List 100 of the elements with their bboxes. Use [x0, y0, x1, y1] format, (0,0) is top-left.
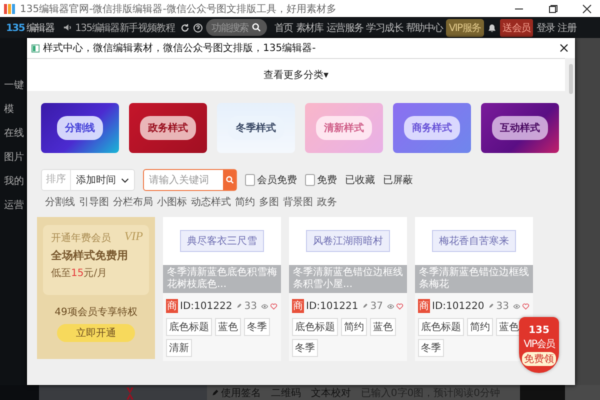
eye-icon[interactable] — [386, 302, 394, 310]
category-card[interactable]: 互动样式 — [481, 103, 559, 153]
nav-link[interactable]: 学习成长 — [366, 20, 404, 34]
eye-icon[interactable] — [260, 302, 268, 310]
style-caption: 冬季清新蓝色错位边框线条积雪小屋... — [289, 265, 407, 293]
restore-icon[interactable] — [548, 4, 558, 14]
heart-icon[interactable] — [270, 302, 278, 310]
style-tag[interactable]: 蓝色 — [215, 318, 241, 336]
style-tag[interactable]: 底色标题 — [166, 318, 212, 336]
tag-link[interactable]: 简约 — [235, 195, 255, 209]
nav-link[interactable]: 首页 — [274, 20, 293, 34]
style-caption: 冬季清新蓝色底色积雪梅花树枝底色... — [163, 265, 281, 293]
search-button[interactable] — [223, 170, 236, 190]
style-preview: 典尽客衣三尺雪 — [163, 217, 281, 265]
scrollbar[interactable] — [569, 64, 573, 94]
style-tag[interactable]: 蓝色 — [496, 318, 522, 336]
login-link[interactable]: 登录 — [536, 20, 555, 34]
pencil-icon — [362, 302, 368, 310]
style-id: ID:101222 — [180, 300, 232, 312]
nav-link[interactable]: 运营服务 — [326, 20, 364, 34]
style-tag[interactable]: 底色标题 — [418, 318, 464, 336]
logo[interactable]: 135 编辑器 — [6, 20, 54, 34]
pencil-icon — [210, 388, 219, 396]
sidebar-item[interactable]: 运营 — [4, 198, 27, 212]
vip-perks: 49项会员专享特权 — [54, 306, 138, 319]
open-vip-button[interactable]: 立即开通 — [57, 324, 135, 342]
pencil-icon — [488, 302, 494, 310]
filter-link[interactable]: 已屏蔽 — [383, 173, 413, 187]
category-card[interactable]: 政务样式 — [129, 103, 207, 153]
search-icon — [252, 23, 262, 32]
use-count: 37 — [370, 300, 383, 312]
category-card[interactable]: 商务样式 — [393, 103, 471, 153]
pencil-icon — [236, 302, 242, 310]
search-icon — [226, 176, 234, 184]
tag-link[interactable]: 小图标 — [157, 195, 187, 209]
app-icon — [4, 4, 16, 14]
checkbox-label[interactable]: 会员免费 — [257, 173, 297, 187]
tag-link[interactable]: 政务 — [317, 195, 337, 209]
tag-link[interactable]: 引导图 — [79, 195, 109, 209]
tag-link[interactable]: 动态样式 — [191, 195, 231, 209]
gift-button[interactable]: 送会员 — [500, 18, 534, 36]
bell-icon[interactable] — [486, 22, 497, 32]
ribbon-icon — [124, 387, 136, 400]
style-id: ID:101221 — [306, 300, 358, 312]
business-badge: 商 — [166, 299, 178, 313]
tag-link[interactable]: 分割线 — [45, 195, 75, 209]
checkbox[interactable] — [305, 174, 315, 186]
help-icon[interactable] — [192, 22, 203, 32]
style-card[interactable]: 典尽客衣三尺雪 冬季清新蓝色底色积雪梅花树枝底色... 商 ID:101222 33 底色标题 蓝色 冬季 清新 — [163, 217, 281, 361]
tag-link[interactable]: 多图 — [259, 195, 279, 209]
tag-link[interactable]: 分栏布局 — [113, 195, 153, 209]
business-badge: 商 — [418, 299, 430, 313]
use-count: 33 — [244, 300, 257, 312]
style-tag[interactable]: 冬季 — [244, 318, 270, 336]
style-tag[interactable]: 冬季 — [418, 339, 444, 357]
speaker-icon — [63, 23, 72, 32]
vip-slogan: 全场样式免费用 — [51, 248, 129, 263]
nav-link[interactable]: 素材库 — [296, 20, 324, 34]
sort-select[interactable]: 排序 添加时间 — [41, 169, 135, 191]
promo-button[interactable]: 免费领 — [522, 352, 556, 366]
tag-link[interactable]: 背景图 — [283, 195, 313, 209]
eye-icon[interactable] — [512, 302, 520, 310]
sidebar-item[interactable]: 一键 — [4, 78, 27, 92]
use-count: 33 — [496, 300, 509, 312]
refresh-icon[interactable] — [180, 22, 190, 32]
sidebar-item[interactable]: 图片 — [4, 150, 27, 164]
sidebar-item[interactable]: 在线 — [4, 126, 27, 140]
nav-link[interactable]: 帮助中心 — [406, 20, 443, 34]
style-tag[interactable]: 底色标题 — [292, 318, 338, 336]
style-tag[interactable]: 蓝色 — [370, 318, 396, 336]
sidebar-item[interactable]: 模 — [4, 102, 27, 116]
vip-promo-badge[interactable]: 135 VIP会员 免费领 — [519, 317, 559, 373]
sidebar-item[interactable]: 我的 — [4, 174, 27, 188]
heart-icon[interactable] — [522, 302, 530, 310]
checkbox-label[interactable]: 免费 — [317, 173, 337, 187]
style-tag[interactable]: 清新 — [166, 339, 192, 357]
page-icon — [31, 44, 40, 52]
style-tag[interactable]: 简约 — [467, 318, 493, 336]
vip-heading: 开通年费会员 — [51, 232, 111, 245]
filter-link[interactable]: 已收藏 — [345, 173, 375, 187]
tutorial-link[interactable]: 135编辑器新手视频教程 — [75, 20, 175, 34]
close-icon[interactable] — [582, 4, 592, 14]
dialog-title: 样式中心，微信编辑素材，微信公众号图文排版，135编辑器- — [43, 42, 316, 55]
style-preview: 风卷江湖雨暗村 — [289, 217, 407, 265]
register-link[interactable]: 注册 — [558, 20, 576, 34]
style-preview: 梅花香自苦寒来 — [415, 217, 533, 265]
style-caption: 冬季清新蓝色错位边框线条梅花 — [415, 265, 533, 293]
category-card[interactable]: 分割线 — [41, 103, 119, 153]
more-categories-link[interactable]: 查看更多分类▾ — [263, 68, 329, 82]
close-icon[interactable] — [559, 43, 569, 53]
style-tag[interactable]: 冬季 — [292, 339, 318, 357]
category-card[interactable]: 冬季样式 — [217, 103, 295, 153]
style-card[interactable]: 风卷江湖雨暗村 冬季清新蓝色错位边框线条积雪小屋... 商 ID:101221 37 底色标题 简约 蓝色 冬季 — [289, 217, 407, 361]
vip-watermark: VIP — [124, 229, 143, 244]
heart-icon[interactable] — [396, 302, 404, 310]
caret-icon — [121, 178, 129, 182]
style-id: ID:101220 — [432, 300, 484, 312]
checkbox[interactable] — [245, 174, 255, 186]
style-tag[interactable]: 简约 — [341, 318, 367, 336]
business-badge: 商 — [292, 299, 304, 313]
